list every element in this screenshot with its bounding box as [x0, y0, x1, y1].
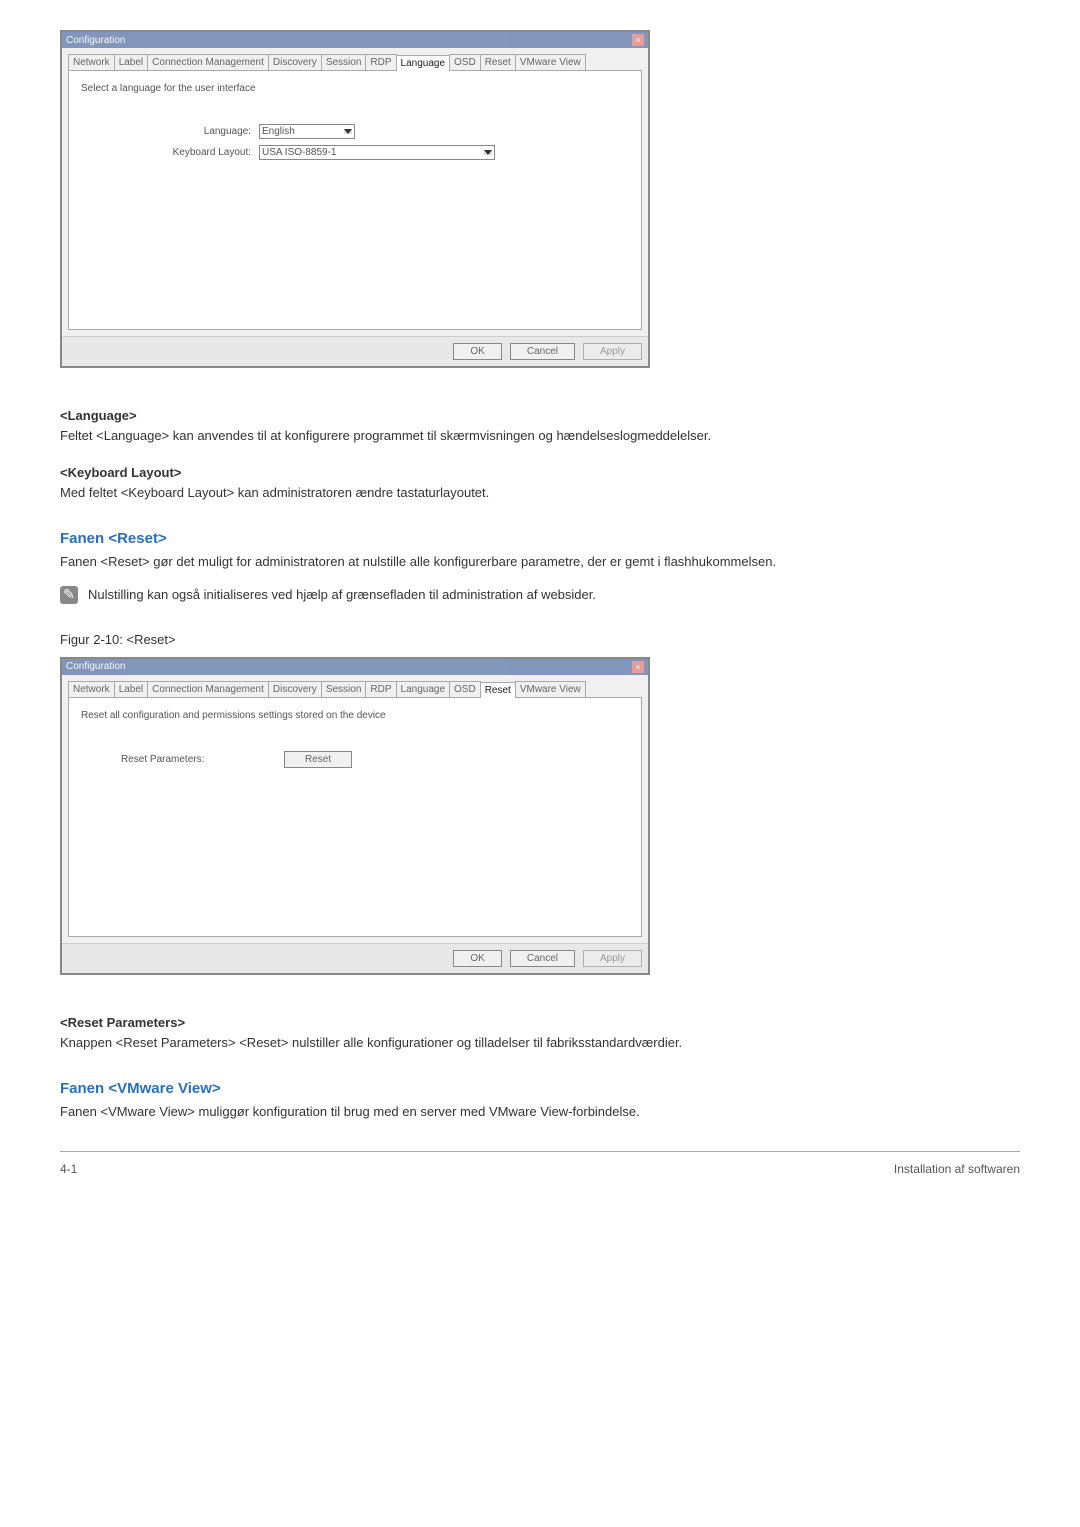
reset-parameters-paragraph: Knappen <Reset Parameters> <Reset> nulst… [60, 1034, 1020, 1052]
apply-button[interactable]: Apply [583, 950, 642, 967]
tab-body-reset: Reset all configuration and permissions … [68, 697, 642, 937]
keyboard-layout-dropdown[interactable]: USA ISO-8859-1 [259, 145, 495, 160]
tab-label[interactable]: Label [114, 54, 148, 70]
ok-button[interactable]: OK [453, 343, 501, 360]
ok-button[interactable]: OK [453, 950, 501, 967]
tab-network[interactable]: Network [68, 54, 115, 70]
tab-osd[interactable]: OSD [449, 54, 481, 70]
page-footer: 4-1 Installation af softwaren [60, 1151, 1020, 1206]
chevron-down-icon [484, 150, 492, 155]
tab-vmware-view[interactable]: VMware View [515, 681, 586, 697]
tab-session[interactable]: Session [321, 54, 367, 70]
page-number: 4-1 [60, 1162, 77, 1176]
reset-parameters-row: Reset Parameters: Reset [81, 751, 629, 768]
instruction-text: Select a language for the user interface [81, 83, 629, 94]
tab-network[interactable]: Network [68, 681, 115, 697]
language-dropdown[interactable]: English [259, 124, 355, 139]
chevron-down-icon [344, 129, 352, 134]
tab-osd[interactable]: OSD [449, 681, 481, 697]
tab-discovery[interactable]: Discovery [268, 54, 322, 70]
keyboard-row: Keyboard Layout: USA ISO-8859-1 [81, 145, 629, 160]
tab-connection-management[interactable]: Connection Management [147, 681, 269, 697]
language-heading: <Language> [60, 408, 1020, 423]
language-paragraph: Feltet <Language> kan anvendes til at ko… [60, 427, 1020, 445]
configuration-dialog-language: Configuration × Network Label Connection… [60, 30, 650, 368]
tab-rdp[interactable]: RDP [365, 681, 396, 697]
keyboard-layout-value: USA ISO-8859-1 [262, 147, 336, 158]
apply-button[interactable]: Apply [583, 343, 642, 360]
dialog-title: Configuration [66, 661, 125, 672]
keyboard-layout-label: Keyboard Layout: [81, 147, 259, 158]
tab-body-language: Select a language for the user interface… [68, 70, 642, 330]
keyboard-layout-heading: <Keyboard Layout> [60, 465, 1020, 480]
reset-parameters-label: Reset Parameters: [81, 754, 284, 765]
note-text: Nulstilling kan også initialiseres ved h… [88, 586, 596, 604]
tab-session[interactable]: Session [321, 681, 367, 697]
reset-tab-paragraph: Fanen <Reset> gør det muligt for adminis… [60, 553, 1020, 571]
vmware-view-paragraph: Fanen <VMware View> muliggør konfigurati… [60, 1103, 1020, 1121]
note-icon: ✎ [60, 586, 78, 604]
close-icon[interactable]: × [632, 34, 644, 46]
vmware-view-heading: Fanen <VMware View> [60, 1080, 1020, 1097]
tab-reset[interactable]: Reset [480, 682, 516, 698]
configuration-dialog-reset: Configuration × Network Label Connection… [60, 657, 650, 975]
reset-button[interactable]: Reset [284, 751, 352, 768]
figure-caption-2-10: Figur 2-10: <Reset> [60, 632, 1020, 647]
tab-vmware-view[interactable]: VMware View [515, 54, 586, 70]
tab-language[interactable]: Language [396, 55, 451, 71]
tab-connection-management[interactable]: Connection Management [147, 54, 269, 70]
cancel-button[interactable]: Cancel [510, 950, 575, 967]
dialog-titlebar: Configuration × [62, 32, 648, 48]
close-icon[interactable]: × [632, 661, 644, 673]
dialog-title: Configuration [66, 35, 125, 46]
note-block: ✎ Nulstilling kan også initialiseres ved… [60, 586, 1020, 604]
language-value: English [262, 126, 295, 137]
tab-reset[interactable]: Reset [480, 54, 516, 70]
reset-tab-heading: Fanen <Reset> [60, 530, 1020, 547]
dialog-button-bar: OK Cancel Apply [62, 943, 648, 973]
cancel-button[interactable]: Cancel [510, 343, 575, 360]
tab-discovery[interactable]: Discovery [268, 681, 322, 697]
tab-label[interactable]: Label [114, 681, 148, 697]
reset-parameters-heading: <Reset Parameters> [60, 1015, 1020, 1030]
dialog-titlebar: Configuration × [62, 659, 648, 675]
footer-title: Installation af softwaren [894, 1162, 1020, 1176]
keyboard-layout-paragraph: Med feltet <Keyboard Layout> kan adminis… [60, 484, 1020, 502]
language-row: Language: English [81, 124, 629, 139]
dialog-button-bar: OK Cancel Apply [62, 336, 648, 366]
tab-strip: Network Label Connection Management Disc… [62, 675, 648, 697]
tab-rdp[interactable]: RDP [365, 54, 396, 70]
language-label: Language: [81, 126, 259, 137]
tab-language[interactable]: Language [396, 681, 451, 697]
tab-strip: Network Label Connection Management Disc… [62, 48, 648, 70]
instruction-text: Reset all configuration and permissions … [81, 710, 629, 721]
